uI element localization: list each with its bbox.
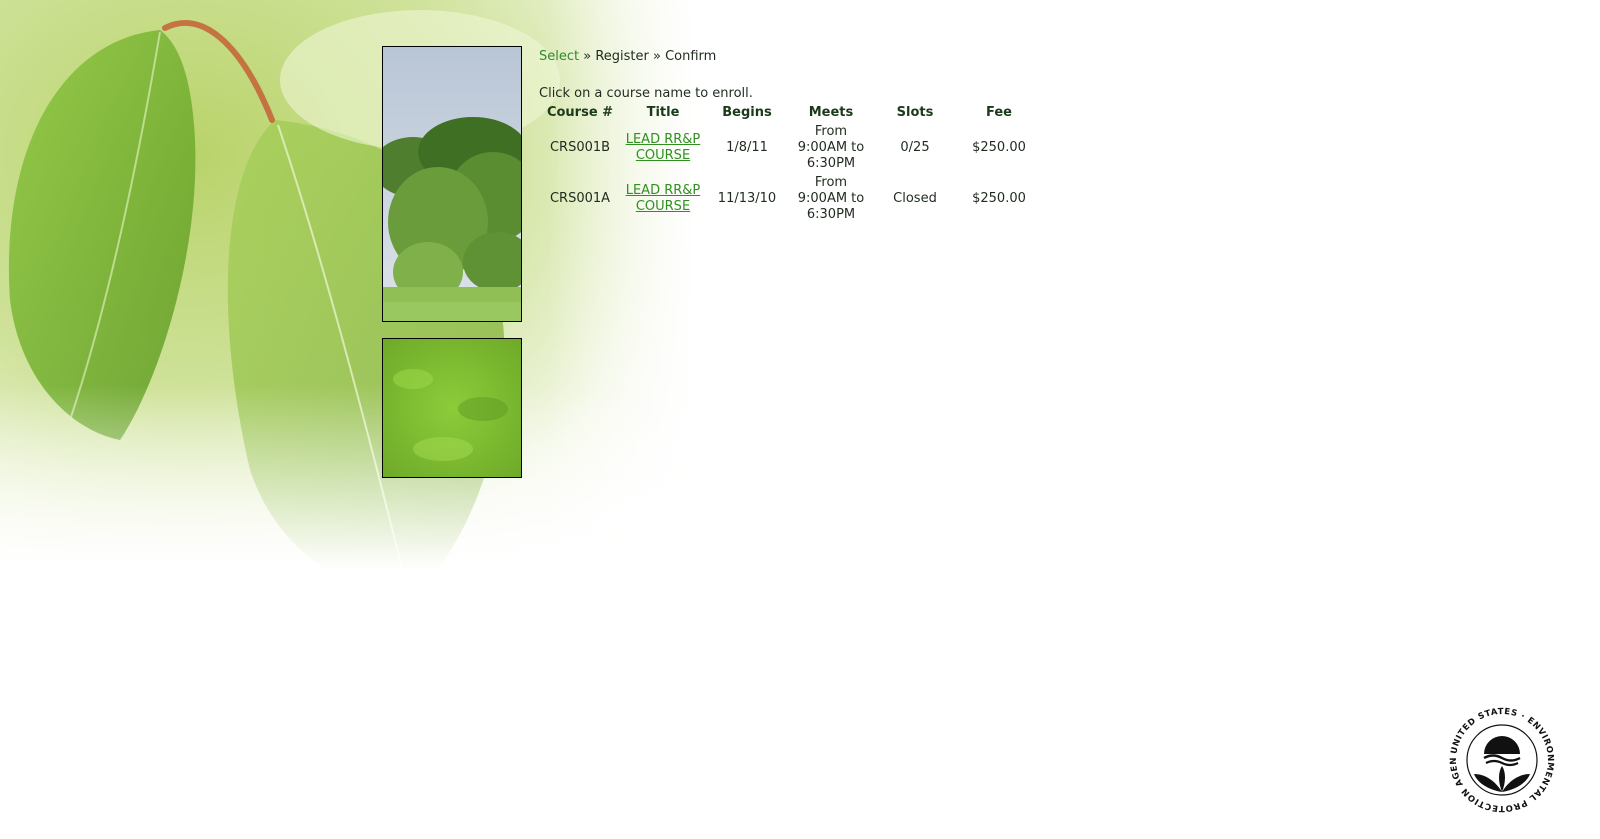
course-title-line1[interactable]: LEAD RR&P	[626, 132, 701, 147]
course-title-line1[interactable]: LEAD RR&P	[626, 183, 701, 198]
course-title-link[interactable]: LEAD RR&P COURSE	[626, 132, 701, 163]
breadcrumb-confirm: Confirm	[665, 49, 717, 64]
slots-cell: 0/25	[900, 139, 930, 155]
course-title-line2[interactable]: COURSE	[636, 199, 690, 214]
title-cell: LEAD RR&P COURSE	[621, 173, 705, 224]
breadcrumb: Select » Register » Confirm	[539, 48, 1059, 66]
fee-cell: $250.00	[972, 190, 1026, 206]
breadcrumb-separator: »	[648, 49, 666, 64]
meets-line1: From	[814, 123, 848, 139]
column-header-course-num: Course #	[546, 105, 614, 120]
grass-photo	[382, 338, 522, 478]
course-num-cell: CRS001B	[549, 139, 611, 155]
trees-photo	[382, 46, 522, 322]
begins-cell: 11/13/10	[717, 190, 777, 206]
breadcrumb-separator: »	[579, 49, 596, 64]
table-row: CRS001B LEAD RR&P COURSE 1/8/11 From 9:00A…	[539, 122, 1041, 173]
course-title-line2[interactable]: COURSE	[636, 148, 690, 163]
meets-cell: From 9:00AM to 6:30PM	[789, 122, 873, 173]
table-header-row: Course # Title Begins Meets Slots Fee	[539, 104, 1041, 122]
course-title-link[interactable]: LEAD RR&P COURSE	[626, 183, 701, 214]
course-num-cell: CRS001A	[549, 190, 611, 206]
breadcrumb-register: Register	[595, 49, 649, 64]
title-cell: LEAD RR&P COURSE	[621, 122, 705, 173]
column-header-meets: Meets	[808, 105, 854, 120]
enrollment-panel: Select » Register » Confirm Click on a c…	[539, 48, 1059, 224]
column-header-begins: Begins	[722, 105, 772, 120]
column-header-slots: Slots	[896, 105, 934, 120]
course-table: Course # Title Begins Meets Slots Fee CR…	[539, 104, 1041, 224]
page: Select » Register » Confirm Click on a c…	[0, 0, 1600, 839]
meets-line1: From	[814, 174, 848, 190]
fee-cell: $250.00	[972, 139, 1026, 155]
column-header-fee: Fee	[986, 105, 1012, 120]
meets-line3: 6:30PM	[806, 206, 856, 222]
epa-seal-icon: UNITED STATES · ENVIRONMENTAL PROTECTION…	[1446, 704, 1556, 814]
meets-line2: 9:00AM to	[797, 190, 865, 206]
table-row: CRS001A LEAD RR&P COURSE 11/13/10 From 9:0…	[539, 173, 1041, 224]
column-header-title: Title	[646, 105, 680, 120]
breadcrumb-select: Select	[539, 49, 580, 64]
begins-cell: 1/8/11	[726, 139, 768, 155]
slots-cell: Closed	[893, 190, 937, 206]
meets-cell: From 9:00AM to 6:30PM	[789, 173, 873, 224]
meets-line3: 6:30PM	[806, 155, 856, 171]
instructions-text: Click on a course name to enroll.	[539, 86, 753, 101]
meets-line2: 9:00AM to	[797, 139, 865, 155]
